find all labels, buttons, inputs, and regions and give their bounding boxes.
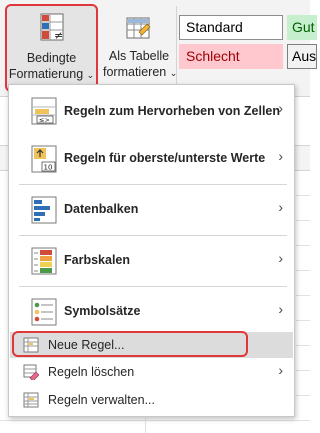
conditional-formatting-label-line2: Formatierung ⌄ (8, 67, 95, 81)
ribbon-divider (176, 6, 177, 90)
style-gut[interactable]: Gut (287, 15, 317, 40)
chevron-right-icon: › (278, 250, 283, 266)
grid-line (296, 195, 310, 196)
grid-line (296, 270, 310, 271)
menu-item-label: Regeln für oberste/unterste Werte (64, 151, 266, 165)
menu-item-highlight-cells-rules[interactable]: ≤> Regeln zum Hervorheben von Zellen › (10, 87, 293, 135)
highlight-frame (12, 331, 248, 357)
ribbon: ≠ Bedingte Formatierung ⌄ Als Tabelle fo… (0, 0, 317, 97)
grid-line (296, 295, 310, 296)
grid-line (296, 395, 310, 396)
grid-line (296, 220, 310, 221)
chevron-right-icon: › (278, 362, 283, 378)
menu-item-data-bars[interactable]: Datenbalken › (10, 186, 293, 234)
format-as-table-icon (126, 17, 151, 39)
menu-item-label: Datenbalken (64, 202, 139, 216)
icon-sets-icon (31, 298, 57, 326)
menu-item-top-bottom-rules[interactable]: 10 Regeln für oberste/unterste Werte › (10, 135, 293, 183)
menu-item-label: Regeln löschen (48, 365, 135, 379)
chevron-right-icon: › (278, 199, 283, 215)
format-as-table-label-line2: formatieren ⌄ (103, 65, 178, 79)
format-as-table-label-line1: Als Tabelle (108, 49, 170, 63)
highlight-cells-rules-icon: ≤> (31, 97, 57, 125)
menu-separator (19, 286, 287, 287)
conditional-formatting-menu: ≤> Regeln zum Hervorheben von Zellen › 1… (8, 84, 295, 417)
clear-rules-icon (23, 364, 39, 380)
menu-item-label: Farbskalen (64, 253, 131, 267)
style-ausgabe[interactable]: Aus (287, 44, 317, 69)
grid-line (296, 245, 310, 246)
menu-separator (19, 235, 287, 236)
menu-item-clear-rules[interactable]: Regeln löschen › (10, 359, 293, 385)
format-as-table-button[interactable]: Als Tabelle formatieren ⌄ (103, 4, 178, 92)
menu-item-icon-sets[interactable]: Symbolsätze › (10, 288, 293, 336)
menu-item-label: Symbolsätze (64, 304, 141, 318)
style-standard[interactable]: Standard (179, 15, 283, 40)
grid-line (296, 345, 310, 346)
top-bottom-rules-icon: 10 (31, 145, 57, 173)
grid-line (145, 418, 146, 433)
chevron-down-icon: ⌄ (86, 70, 95, 80)
svg-text:≠: ≠ (54, 29, 63, 42)
menu-item-manage-rules[interactable]: Regeln verwalten... (10, 387, 293, 413)
data-bars-icon (31, 196, 57, 224)
menu-separator (19, 184, 287, 185)
menu-item-label: Regeln verwalten... (48, 393, 156, 407)
chevron-right-icon: › (278, 148, 283, 164)
grid-line (0, 420, 310, 421)
style-schlecht[interactable]: Schlecht (179, 44, 283, 69)
menu-item-color-scales[interactable]: Farbskalen › (10, 237, 293, 285)
grid-line (296, 370, 310, 371)
grid-line (296, 320, 310, 321)
svg-text:≤>: ≤> (39, 116, 50, 124)
menu-item-label: Regeln zum Hervorheben von Zellen (64, 104, 281, 118)
chevron-right-icon: › (278, 100, 283, 116)
color-scales-icon (31, 247, 57, 275)
conditional-formatting-button[interactable]: ≠ Bedingte Formatierung ⌄ (5, 4, 98, 92)
chevron-right-icon: › (278, 301, 283, 317)
manage-rules-icon (23, 392, 39, 408)
conditional-formatting-label-line1: Bedingte (26, 51, 77, 65)
svg-text:10: 10 (44, 164, 53, 172)
conditional-formatting-icon: ≠ (40, 13, 64, 42)
